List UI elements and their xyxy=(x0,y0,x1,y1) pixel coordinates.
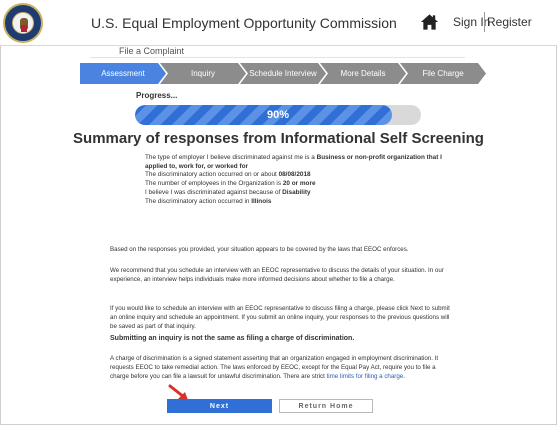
summary-fact: I believe I was discriminated against be… xyxy=(145,189,445,198)
charge-paragraph: A charge of discrimination is a signed s… xyxy=(110,355,455,381)
progress-percent: 90% xyxy=(266,109,290,121)
step-label: Inquiry xyxy=(190,69,215,78)
inquiry-notice: Submitting an inquiry is not the same as… xyxy=(110,335,355,342)
step-label: Assessment xyxy=(101,69,145,78)
progress-label: Progress... xyxy=(136,91,178,100)
fact-text: The type of employer I believe discrimin… xyxy=(145,154,317,161)
step-label: File Charge xyxy=(422,69,464,78)
step-assessment[interactable]: Assessment xyxy=(80,63,166,84)
step-label: Schedule Interview xyxy=(249,69,317,78)
step-more-details[interactable]: More Details xyxy=(320,63,406,84)
fact-text: I believe I was discriminated against be… xyxy=(145,188,283,196)
breadcrumb-divider xyxy=(90,57,465,58)
summary-title: Summary of responses from Informational … xyxy=(73,130,484,147)
recommendation-paragraph: We recommend that you schedule an interv… xyxy=(110,267,444,283)
fact-value: 20 or more xyxy=(282,180,316,188)
return-home-button[interactable]: Return Home xyxy=(279,399,373,413)
site-header: U.S. Equal Employment Opportunity Commis… xyxy=(0,0,557,46)
progress-bar: 90% xyxy=(135,105,421,125)
fact-value: Illinois xyxy=(251,197,272,205)
breadcrumb[interactable]: File a Complaint xyxy=(119,46,184,56)
step-file-charge[interactable]: File Charge xyxy=(400,63,486,84)
fact-text: The discriminatory action occurred in xyxy=(145,197,252,205)
progress-stepper: Assessment Inquiry Schedule Interview More … xyxy=(80,63,486,84)
fact-text: The number of employees in the Organizat… xyxy=(145,180,283,188)
home-icon[interactable] xyxy=(420,13,439,31)
summary-fact: The type of employer I believe discrimin… xyxy=(145,154,445,171)
fact-text: The discriminatory action occurred on or… xyxy=(145,171,279,179)
header-divider xyxy=(484,12,485,32)
coverage-paragraph: Based on the responses you provided, you… xyxy=(110,246,409,253)
summary-facts: The type of employer I believe discrimin… xyxy=(145,154,445,206)
shield-icon xyxy=(21,25,27,32)
step-label: More Details xyxy=(340,69,386,78)
time-limits-link[interactable]: time limits for filing a charge xyxy=(327,373,404,380)
fact-value: 08/08/2018 xyxy=(278,171,311,179)
schedule-paragraph: If you would like to schedule an intervi… xyxy=(110,305,450,330)
next-button[interactable]: Next xyxy=(167,399,272,413)
summary-fact: The number of employees in the Organizat… xyxy=(145,180,445,189)
register-link[interactable]: Register xyxy=(487,15,532,29)
seal-center xyxy=(12,12,34,34)
app-title: U.S. Equal Employment Opportunity Commis… xyxy=(91,15,397,31)
eeoc-seal-icon[interactable] xyxy=(3,3,43,43)
step-schedule-interview[interactable]: Schedule Interview xyxy=(240,63,326,84)
step-inquiry[interactable]: Inquiry xyxy=(160,63,246,84)
summary-fact: The discriminatory action occurred in Il… xyxy=(145,198,445,207)
fact-value: Disability xyxy=(282,188,311,196)
charge-paragraph-end: . xyxy=(403,372,405,380)
summary-fact: The discriminatory action occurred on or… xyxy=(145,171,445,180)
